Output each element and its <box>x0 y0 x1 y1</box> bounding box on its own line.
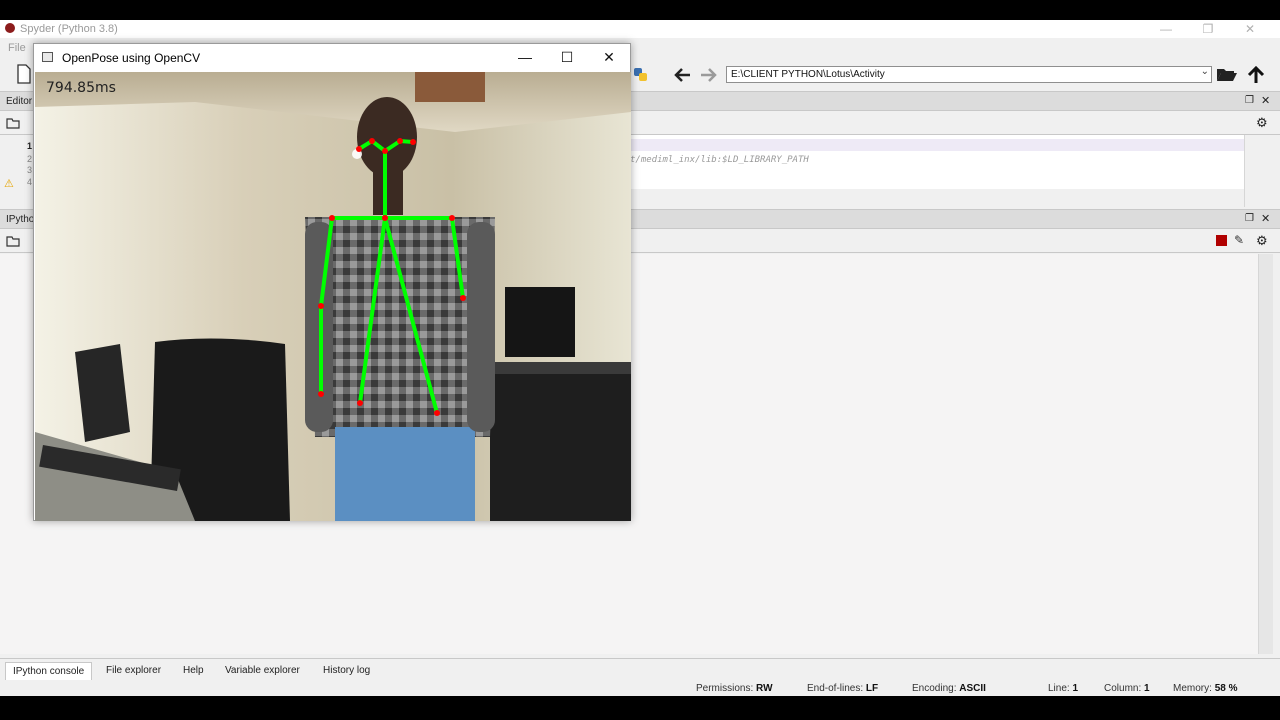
new-file-icon[interactable] <box>16 64 32 84</box>
eraser-icon[interactable]: ✎ <box>1234 233 1244 247</box>
line-number: 1 <box>27 141 33 151</box>
spyder-title: Spyder (Python 3.8) <box>20 23 118 35</box>
line-number: 3 <box>27 165 33 175</box>
keypoint <box>449 215 455 221</box>
undock-icon[interactable]: ❐ <box>1245 213 1254 224</box>
close-icon[interactable]: ✕ <box>1261 212 1270 225</box>
code-line: t/mediml_inx/lib:$LD_LIBRARY_PATH <box>630 155 809 165</box>
permissions-status: Permissions: RW <box>696 683 773 694</box>
keypoint <box>410 139 416 145</box>
desk <box>490 372 631 521</box>
console-scrollbar[interactable] <box>1258 254 1273 654</box>
minimize-button[interactable]: — <box>504 44 546 71</box>
door-frame <box>415 72 485 102</box>
warning-icon: ⚠ <box>4 178 14 190</box>
keypoint <box>382 148 388 154</box>
keypoint <box>357 400 363 406</box>
opencv-titlebar[interactable]: OpenPose using OpenCV — ☐ ✕ <box>34 44 630 71</box>
restore-button[interactable]: ❐ <box>1186 20 1230 38</box>
line-status: Line: 1 <box>1048 683 1079 694</box>
keypoint <box>397 138 403 144</box>
monitor <box>505 287 575 357</box>
opencv-window-title: OpenPose using OpenCV <box>62 51 201 65</box>
bottom-tab-bar: IPython console File explorer Help Varia… <box>0 658 1280 681</box>
stop-icon[interactable] <box>1216 235 1227 246</box>
chevron-down-icon[interactable]: ⌄ <box>1201 66 1209 77</box>
eol-status: End-of-lines: LF <box>807 683 879 694</box>
camera-scene <box>35 72 631 521</box>
keypoint <box>369 138 375 144</box>
camera-frame: 794.85ms <box>35 72 631 521</box>
menu-file[interactable]: File <box>8 42 26 54</box>
keypoint <box>382 215 388 221</box>
editor-label: Editor <box>6 96 33 107</box>
path-combobox[interactable]: E:\CLIENT PYTHON\Lotus\Activity ⌄ <box>726 66 1212 83</box>
line-number-gutter: 1 2 3 ⚠ 4 <box>0 135 37 190</box>
close-button[interactable]: ✕ <box>588 44 630 71</box>
spyder-logo-icon <box>5 23 15 33</box>
keypoint <box>356 146 362 152</box>
keypoint <box>329 215 335 221</box>
person-neck <box>373 170 403 215</box>
close-button[interactable]: ✕ <box>1228 20 1272 38</box>
status-bar: Permissions: RW End-of-lines: LF Encodin… <box>0 680 1280 696</box>
tab-file-explorer[interactable]: File explorer <box>99 662 168 680</box>
inference-time-label: 794.85ms <box>46 80 116 96</box>
undock-icon[interactable]: ❐ <box>1245 95 1254 106</box>
opencv-window[interactable]: OpenPose using OpenCV — ☐ ✕ 794.85ms <box>33 43 631 521</box>
gear-icon[interactable]: ⚙ <box>1256 115 1268 131</box>
spyder-titlebar: Spyder (Python 3.8) — ❐ ✕ <box>0 20 1280 38</box>
browse-tabs-icon[interactable] <box>6 235 20 247</box>
keypoint <box>318 391 324 397</box>
tab-help[interactable]: Help <box>176 662 211 680</box>
keypoint <box>434 410 440 416</box>
keypoint <box>460 295 466 301</box>
memory-status: Memory: 58 % <box>1173 683 1238 694</box>
forward-arrow-icon[interactable] <box>699 67 719 83</box>
editor-scrollbar[interactable] <box>1244 135 1259 207</box>
path-value: E:\CLIENT PYTHON\Lotus\Activity <box>731 69 885 80</box>
column-status: Column: 1 <box>1104 683 1150 694</box>
tab-history-log[interactable]: History log <box>316 662 377 680</box>
close-icon[interactable]: ✕ <box>1261 94 1270 107</box>
browse-tabs-icon[interactable] <box>6 117 20 129</box>
gear-icon[interactable]: ⚙ <box>1256 233 1268 249</box>
back-arrow-icon[interactable] <box>672 67 692 83</box>
person-shirt <box>305 217 495 437</box>
encoding-status: Encoding: ASCII <box>912 683 986 694</box>
line-number: 2 <box>27 154 33 164</box>
ipython-label: IPytho <box>6 214 35 225</box>
line-number: 4 <box>27 177 33 187</box>
person-jeans <box>335 427 475 521</box>
tab-variable-explorer[interactable]: Variable explorer <box>218 662 307 680</box>
minimize-button[interactable]: — <box>1144 20 1188 38</box>
keypoint <box>318 303 324 309</box>
maximize-button[interactable]: ☐ <box>546 44 588 71</box>
window-icon <box>42 52 53 62</box>
up-arrow-icon[interactable] <box>1247 65 1265 85</box>
desk-top <box>475 362 631 374</box>
person-right-arm <box>467 222 495 432</box>
python-icon[interactable] <box>632 66 650 84</box>
tab-ipython-console[interactable]: IPython console <box>5 662 93 681</box>
folder-open-icon[interactable] <box>1216 65 1238 83</box>
